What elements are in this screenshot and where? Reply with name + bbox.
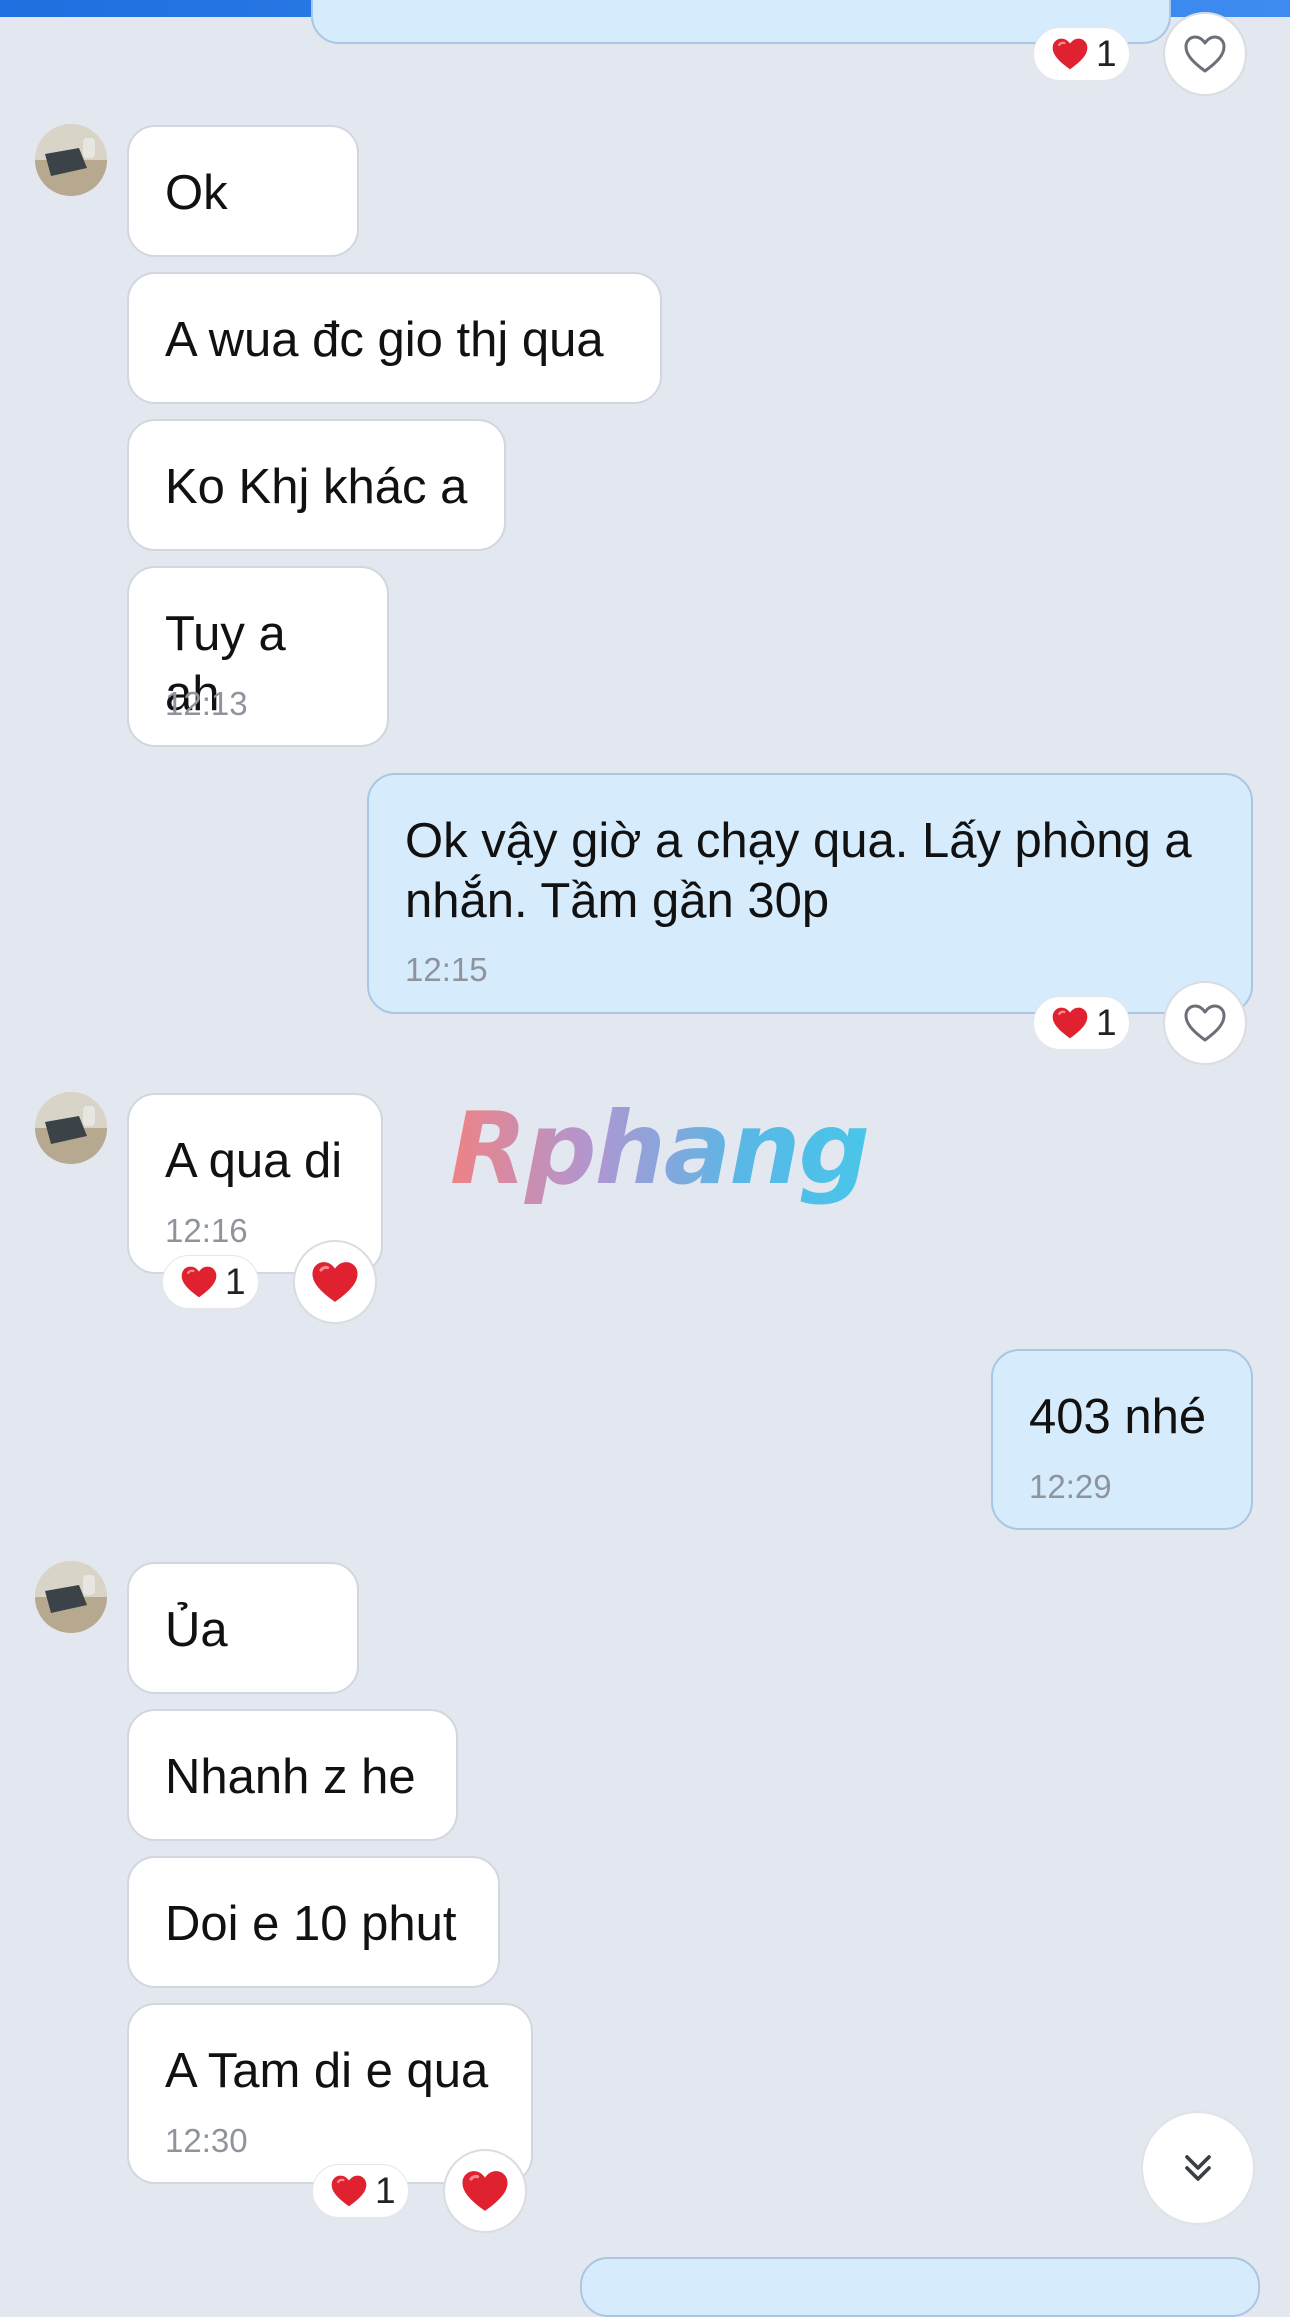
reaction-count-pill[interactable]: 1 (1033, 27, 1130, 81)
message-bubble-incoming[interactable]: Ủa (127, 1562, 359, 1694)
avatar-image (35, 124, 107, 196)
message-time: 12:13 (165, 685, 248, 722)
heart-icon (179, 1262, 219, 1302)
message-text: Nhanh z he (165, 1750, 416, 1804)
avatar[interactable] (35, 1092, 107, 1164)
double-chevron-down-icon (1185, 2155, 1211, 2181)
message-time: 12:30 (165, 2122, 248, 2159)
message-bubble-incoming[interactable]: A wua đc gio thj qua (127, 272, 662, 404)
heart-outline-icon (1181, 30, 1229, 78)
watermark-logo: Rphang (450, 1090, 870, 1207)
avatar[interactable] (35, 124, 107, 196)
message-text: 403 nhé (1029, 1390, 1207, 1444)
message-bubble-incoming[interactable]: Tuy a ah 12:13 (127, 566, 389, 747)
message-text: Ok vậy giờ a chạy qua. Lấy phòng a nhắn.… (405, 814, 1206, 928)
message-time: 12:16 (165, 1212, 248, 1249)
reaction-count-pill[interactable]: 1 (312, 2164, 409, 2218)
message-time: 12:15 (405, 951, 488, 988)
message-text: A wua đc gio thj qua (165, 313, 604, 367)
message-bubble-outgoing[interactable]: 403 nhé 12:29 (991, 1349, 1253, 1530)
message-text: Ok (165, 166, 228, 220)
heart-icon (329, 2171, 369, 2211)
heart-outline-icon (1181, 999, 1229, 1047)
message-time: 12:29 (1029, 1468, 1112, 1505)
react-heart-button[interactable] (443, 2149, 527, 2233)
message-text: Ko Khj khác a (165, 460, 468, 514)
react-heart-button[interactable] (1163, 981, 1247, 1065)
message-text: Ủa (165, 1603, 228, 1657)
reaction-count-pill[interactable]: 1 (162, 1255, 259, 1309)
reaction-count: 1 (1096, 1002, 1117, 1043)
message-bubble-outgoing-partial[interactable] (580, 2257, 1260, 2317)
message-text: Doi e 10 phut (165, 1897, 457, 1951)
react-heart-button[interactable] (293, 1240, 377, 1324)
message-bubble-incoming[interactable]: Ok (127, 125, 359, 257)
heart-icon (1050, 1003, 1090, 1043)
reaction-count: 1 (225, 1261, 246, 1302)
scroll-to-bottom-button[interactable] (1141, 2111, 1255, 2225)
message-bubble-outgoing[interactable]: Ok vậy giờ a chạy qua. Lấy phòng a nhắn.… (367, 773, 1253, 1014)
message-bubble-incoming[interactable]: Ko Khj khác a (127, 419, 506, 551)
heart-icon (309, 1256, 361, 1308)
heart-icon (459, 2165, 511, 2217)
reaction-count: 1 (375, 2170, 396, 2211)
message-bubble-incoming[interactable]: Doi e 10 phut (127, 1856, 500, 1988)
message-text: A qua di (165, 1134, 343, 1188)
reaction-count: 1 (1096, 33, 1117, 74)
message-text: A Tam di e qua (165, 2044, 489, 2098)
avatar-image (35, 1561, 107, 1633)
react-heart-button[interactable] (1163, 12, 1247, 96)
avatar-image (35, 1092, 107, 1164)
heart-icon (1050, 34, 1090, 74)
message-bubble-incoming[interactable]: Nhanh z he (127, 1709, 458, 1841)
avatar[interactable] (35, 1561, 107, 1633)
reaction-count-pill[interactable]: 1 (1033, 996, 1130, 1050)
